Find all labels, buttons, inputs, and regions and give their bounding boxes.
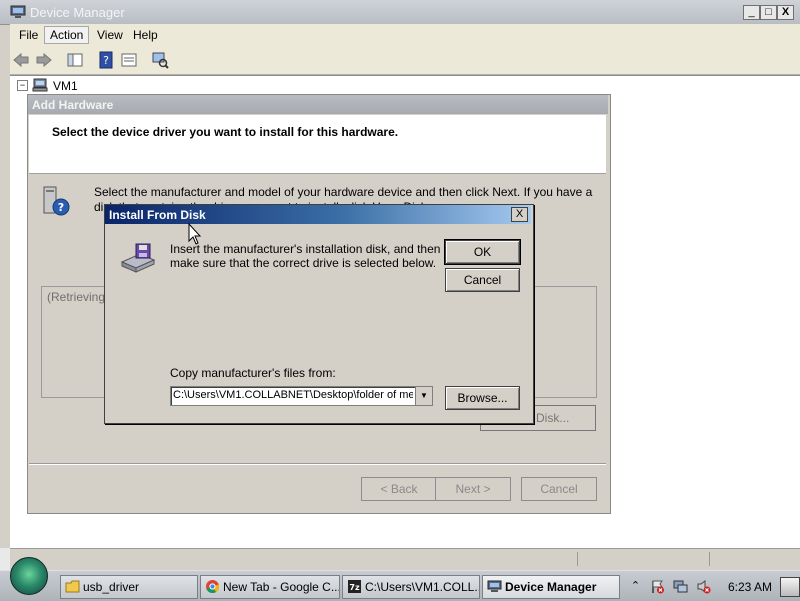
volume-muted-icon[interactable] [696, 579, 711, 594]
show-desktop-button[interactable] [780, 577, 800, 597]
svg-text:?: ? [58, 201, 64, 214]
browse-button[interactable]: Browse... [445, 386, 520, 410]
status-bar [10, 548, 800, 571]
tree-item-vm1[interactable]: VM1 [53, 79, 78, 93]
device-manager-icon [487, 580, 502, 592]
dialog-close-button[interactable]: X [511, 207, 528, 222]
menu-action[interactable]: Action [44, 26, 90, 44]
action-center-flag-icon[interactable] [650, 579, 665, 594]
have-disk-button-label: Disk... [536, 411, 570, 425]
taskbar-item-label: New Tab - Google C... [223, 580, 340, 594]
copy-files-from-value: C:\Users\VM1.COLLABNET\Desktop\folder of… [173, 389, 413, 401]
scan-hardware-changes-icon[interactable] [151, 51, 169, 69]
wizard-header [29, 115, 606, 174]
copy-files-from-label: Copy manufacturer's files from: [170, 366, 336, 380]
taskbar-item-label: C:\Users\VM1.COLL... [365, 580, 480, 594]
dialog-message-continued: make sure that the correct drive is sele… [170, 256, 437, 270]
show-hide-console-tree-icon[interactable] [66, 51, 84, 69]
svg-text:?: ? [103, 54, 109, 67]
taskbar-item-label: usb_driver [83, 580, 140, 594]
show-hidden-icons-chevron-icon[interactable]: ⌃ [628, 579, 643, 594]
status-bar-divider [709, 552, 710, 566]
svg-text:7z: 7z [349, 583, 360, 592]
back-arrow-icon[interactable] [12, 51, 30, 69]
wizard-description: Select the manufacturer and model of you… [94, 185, 593, 199]
tree-collapse-toggle[interactable]: − [17, 80, 28, 91]
taskbar-clock[interactable]: 6:23 AM [728, 580, 772, 594]
hardware-help-icon: ? [43, 186, 70, 216]
properties-icon[interactable] [120, 51, 138, 69]
taskbar-item-device-manager[interactable]: Device Manager [482, 575, 620, 599]
add-hardware-titlebar[interactable] [28, 95, 608, 114]
ok-button[interactable]: OK [444, 239, 521, 265]
forward-arrow-icon[interactable] [35, 51, 53, 69]
computer-icon [32, 78, 48, 92]
install-disk-icon [120, 243, 156, 273]
minimize-button[interactable]: _ [743, 5, 760, 20]
dialog-message: Insert the manufacturer's installation d… [170, 242, 441, 256]
taskbar-item-usb-driver[interactable]: usb_driver [60, 575, 198, 599]
menu-help[interactable]: Help [128, 27, 163, 43]
next-button[interactable]: Next > [435, 477, 511, 501]
combobox-dropdown-arrow-icon[interactable]: ▼ [415, 386, 433, 406]
maximize-button[interactable]: □ [760, 5, 777, 20]
taskbar-item-7zip[interactable]: 7z C:\Users\VM1.COLL... [342, 575, 480, 599]
menu-file[interactable]: File [14, 27, 43, 43]
list-loading-text: (Retrieving [47, 290, 106, 304]
chrome-icon [206, 580, 220, 594]
start-button[interactable] [10, 557, 48, 595]
mouse-pointer-icon [188, 223, 202, 245]
menu-bar: File Action View Help [10, 24, 800, 46]
wizard-divider [29, 463, 606, 465]
network-icon[interactable] [673, 579, 688, 594]
device-manager-app-icon [10, 5, 26, 18]
notification-area [622, 575, 800, 597]
add-hardware-title: Add Hardware [32, 98, 114, 112]
status-bar-divider [577, 552, 578, 566]
device-manager-title: Device Manager [30, 5, 125, 20]
close-button[interactable]: X [777, 5, 794, 20]
taskbar-item-chrome[interactable]: New Tab - Google C... [200, 575, 340, 599]
menu-view[interactable]: View [92, 27, 128, 43]
install-from-disk-title: Install From Disk [109, 208, 206, 222]
7zip-icon: 7z [348, 580, 361, 593]
help-icon[interactable]: ? [97, 51, 115, 69]
folder-icon [65, 580, 80, 593]
back-button[interactable]: < Back [361, 477, 437, 501]
cancel-button[interactable]: Cancel [445, 268, 520, 292]
taskbar-item-label: Device Manager [505, 580, 597, 594]
wizard-cancel-button[interactable]: Cancel [521, 477, 597, 501]
wizard-header-text: Select the device driver you want to ins… [52, 125, 399, 139]
